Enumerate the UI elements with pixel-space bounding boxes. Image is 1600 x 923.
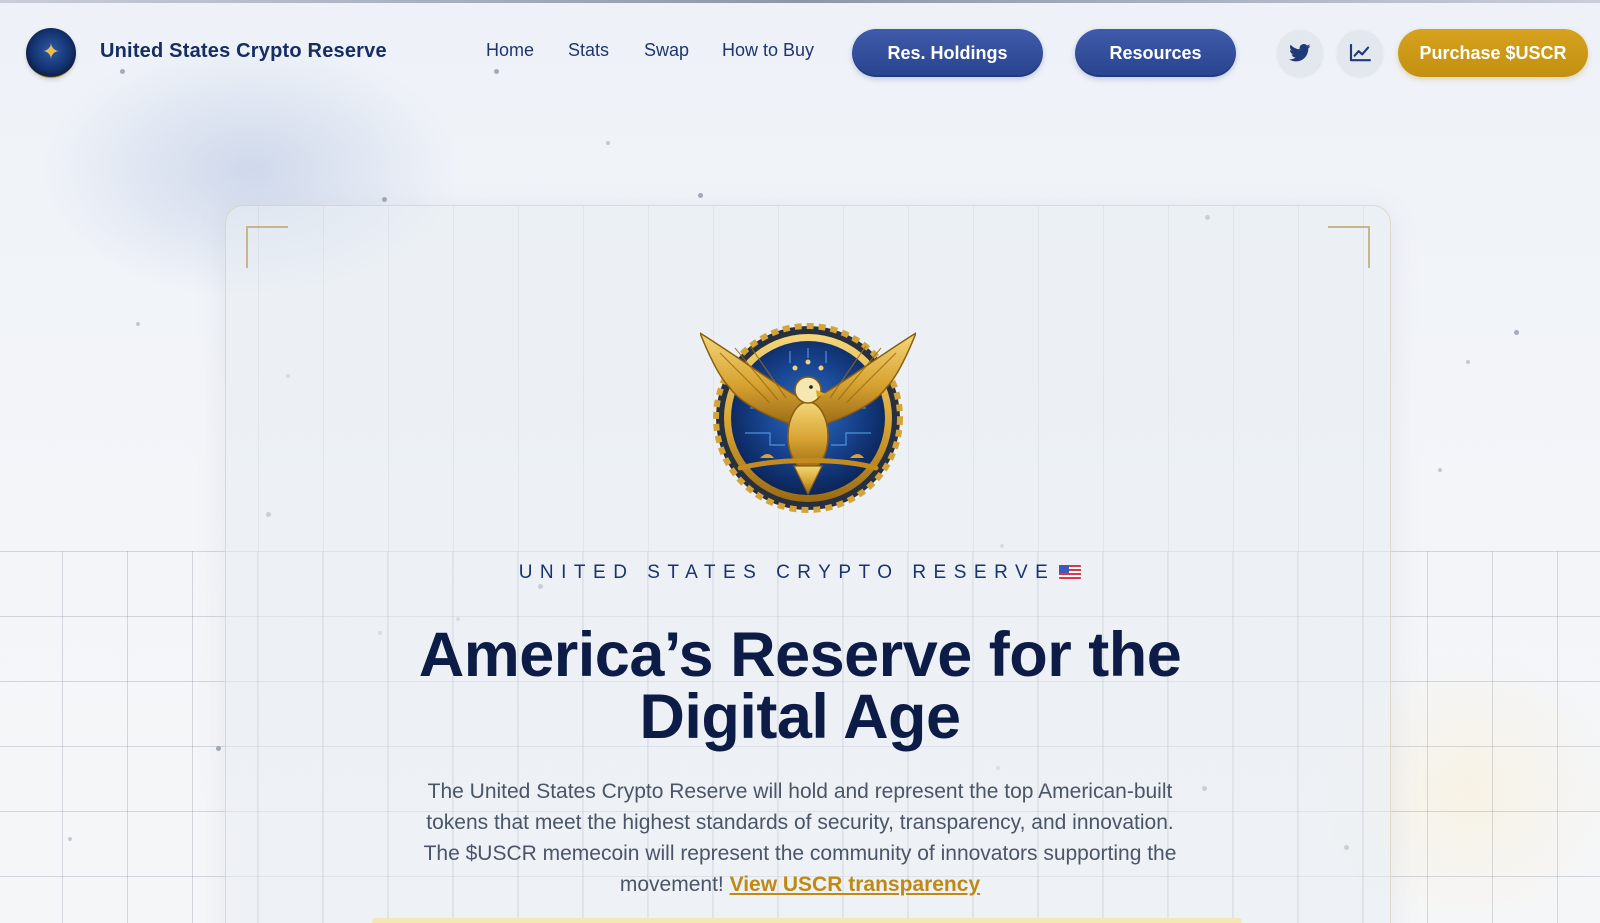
particle xyxy=(68,837,72,841)
nav-stats[interactable]: Stats xyxy=(568,40,609,61)
particle xyxy=(1466,360,1470,364)
hero-description: The United States Crypto Reserve will ho… xyxy=(420,776,1180,900)
headline-line-2: Digital Age xyxy=(639,682,961,752)
hero-kicker: UNITED STATES CRYPTO RESERVE xyxy=(0,562,1600,584)
resources-button[interactable]: Resources xyxy=(1075,29,1236,77)
nav-how-to-buy[interactable]: How to Buy xyxy=(722,40,814,61)
corner-bracket-right xyxy=(1328,226,1370,268)
transparency-link[interactable]: View USCR transparency xyxy=(730,873,981,896)
particle xyxy=(1438,468,1442,472)
nav-home[interactable]: Home xyxy=(486,40,534,61)
headline-line-1: America’s Reserve for the xyxy=(418,620,1182,690)
kicker-text: UNITED STATES CRYPTO RESERVE xyxy=(518,562,1056,583)
brand-name[interactable]: United States Crypto Reserve xyxy=(100,40,387,63)
corner-bracket-left xyxy=(246,226,288,268)
bottom-highlight xyxy=(372,918,1242,923)
eagle-seal-icon[interactable]: ✦ xyxy=(26,28,76,78)
hero-headline: America’s Reserve for the Digital Age xyxy=(0,620,1600,752)
twitter-button[interactable] xyxy=(1277,30,1323,76)
site-header: ✦ United States Crypto Reserve Home Stat… xyxy=(0,0,1600,106)
us-flag-icon xyxy=(1059,565,1082,579)
particle xyxy=(1514,330,1519,335)
chart-button[interactable] xyxy=(1337,30,1383,76)
particle xyxy=(136,322,140,326)
purchase-button[interactable]: Purchase $USCR xyxy=(1398,29,1588,77)
particle xyxy=(382,197,387,202)
particle xyxy=(698,193,703,198)
golden-eagle-emblem-icon xyxy=(700,323,916,513)
chart-line-icon xyxy=(1349,44,1371,62)
particle xyxy=(606,141,610,145)
nav-swap[interactable]: Swap xyxy=(644,40,689,61)
res-holdings-button[interactable]: Res. Holdings xyxy=(852,29,1043,77)
twitter-icon xyxy=(1289,44,1311,62)
